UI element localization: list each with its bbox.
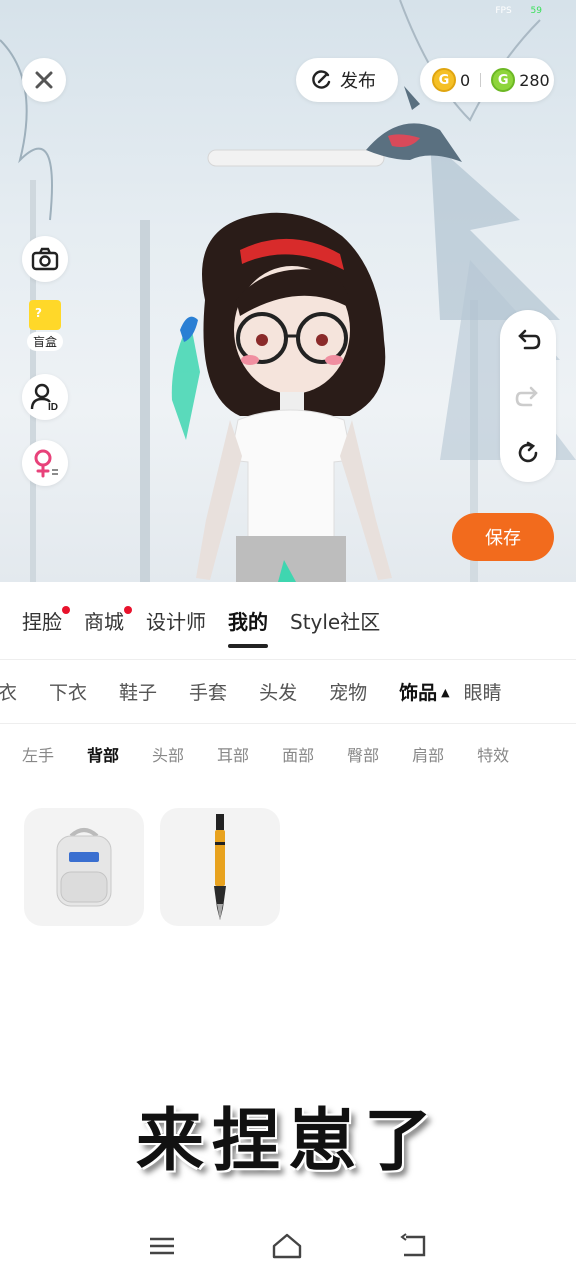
avatar-stage[interactable]: FPS 59 发布 G 0 G 280 ? 盲盒 ID 保存 (0, 0, 576, 582)
subtab-back[interactable]: 背部 (87, 742, 119, 766)
tab-label: 设计师 (146, 610, 206, 634)
subtab-effects[interactable]: 特效 (477, 742, 509, 766)
menu-icon[interactable] (148, 1235, 176, 1257)
system-nav-bar (0, 1212, 576, 1280)
undo-icon[interactable] (515, 326, 541, 352)
back-icon[interactable] (398, 1233, 428, 1259)
gold-coin-icon: G (432, 68, 456, 92)
camera-icon (31, 247, 59, 271)
tab-label: Style社区 (290, 610, 381, 634)
category-tab-top[interactable]: 衣 (0, 678, 17, 705)
home-icon[interactable] (271, 1232, 303, 1260)
green-coin-count: 280 (519, 70, 550, 90)
brush-pen-icon (214, 814, 226, 920)
save-button[interactable]: 保存 (452, 513, 554, 561)
category-tab-shoes[interactable]: 鞋子 (119, 678, 157, 705)
subtab-hip[interactable]: 臀部 (347, 742, 379, 766)
blindbox-button[interactable]: 盲盒 (20, 300, 70, 356)
category-tabs: 衣 下衣 鞋子 手套 头发 宠物 饰品▲ 眼睛 (0, 660, 576, 724)
category-tab-accessories[interactable]: 饰品 ▲ (399, 678, 449, 705)
backpack-icon (56, 828, 112, 907)
tab-designer[interactable]: 设计师 (146, 582, 206, 660)
redo-icon[interactable] (515, 383, 541, 409)
tab-label: 我的 (228, 610, 268, 634)
subtab-face[interactable]: 面部 (282, 742, 314, 766)
divider (480, 73, 482, 87)
subtab-head[interactable]: 头部 (152, 742, 184, 766)
female-gender-icon (34, 449, 58, 478)
close-button[interactable] (22, 58, 66, 102)
main-tabs: 捏脸 商城 设计师 我的 Style社区 (0, 582, 576, 660)
gold-coin-count: 0 (460, 70, 471, 90)
edit-history-panel (500, 310, 556, 482)
publish-button[interactable]: 发布 (296, 58, 398, 102)
category-tab-bottoms[interactable]: 下衣 (49, 678, 87, 705)
close-icon (35, 71, 53, 89)
tab-store[interactable]: 商城 (84, 582, 132, 660)
category-label: 饰品 (399, 682, 438, 704)
subtab-ear[interactable]: 耳部 (217, 742, 249, 766)
item-card[interactable] (24, 808, 144, 926)
video-caption: 来捏崽了 (135, 1101, 440, 1181)
svg-text:ID: ID (48, 402, 58, 411)
subtab-shoulder[interactable]: 肩部 (412, 742, 444, 766)
blindbox-icon (29, 300, 61, 330)
notification-dot (124, 605, 132, 614)
category-tab-pets[interactable]: 宠物 (329, 678, 367, 705)
category-tab-hair[interactable]: 头发 (259, 678, 297, 705)
tab-face[interactable]: 捏脸 (22, 582, 70, 660)
tab-style-community[interactable]: Style社区 (290, 582, 380, 660)
tab-mine[interactable]: 我的 (228, 582, 268, 660)
user-id-icon: ID (30, 383, 58, 411)
avatar-id-button[interactable]: ID (22, 374, 68, 420)
currency-balance[interactable]: G 0 G 280 (420, 58, 554, 102)
caret-up-icon: ▲ (441, 686, 450, 699)
category-tab-eyes[interactable]: 眼睛 (464, 678, 502, 705)
green-coin-icon: G (491, 68, 516, 92)
tab-label: 捏脸 (22, 610, 62, 634)
accessory-subtabs: 左手 背部 头部 耳部 面部 臀部 肩部 特效 (22, 724, 542, 784)
tab-label: 商城 (84, 610, 124, 634)
gender-switch-button[interactable] (22, 440, 68, 486)
publish-icon (312, 70, 331, 89)
reset-icon[interactable] (515, 440, 541, 466)
item-grid (24, 808, 296, 926)
camera-button[interactable] (22, 236, 68, 282)
notification-dot (62, 605, 70, 614)
subtab-left-hand[interactable]: 左手 (22, 742, 54, 766)
publish-label: 发布 (340, 71, 376, 92)
category-tab-gloves[interactable]: 手套 (189, 678, 227, 705)
item-card[interactable] (160, 808, 280, 926)
blindbox-label: 盲盒 (26, 332, 63, 351)
